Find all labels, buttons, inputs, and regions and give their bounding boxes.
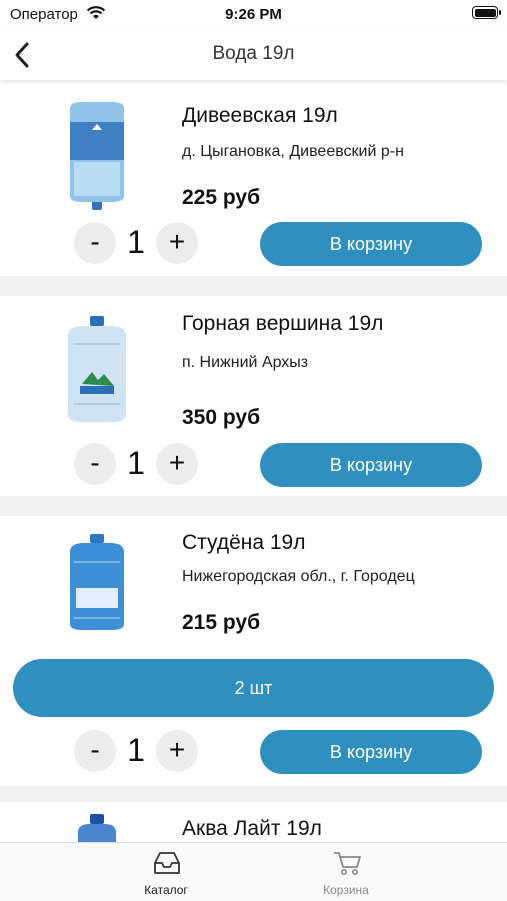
battery-icon (472, 6, 501, 19)
tab-catalog[interactable]: Каталог (66, 843, 266, 901)
status-bar: Оператор 9:26 PM (0, 0, 507, 30)
product-name[interactable]: Студёна 19л (182, 531, 305, 555)
tab-cart[interactable]: Корзина (246, 843, 446, 901)
page-title: Вода 19л (212, 43, 295, 64)
product-card: Дивеевская 19л д. Цыгановка, Дивеевский … (0, 80, 507, 276)
tab-bar: Каталог Корзина (0, 842, 507, 901)
product-image (78, 814, 116, 842)
navigation-bar: Вода 19л (0, 30, 507, 80)
add-to-cart-button[interactable]: В корзину (260, 730, 482, 774)
product-card: Студёна 19л Нижегородская обл., г. Город… (0, 516, 507, 786)
shopping-cart-icon (334, 852, 361, 875)
product-price: 350 руб (182, 406, 261, 429)
decrease-quantity-button[interactable]: - (74, 443, 116, 485)
quantity-value: 1 (127, 732, 145, 768)
product-name[interactable]: Горная вершина 19л (182, 312, 383, 336)
product-image (70, 102, 124, 210)
product-card: Аква Лайт 19л (0, 802, 507, 842)
product-origin: д. Цыгановка, Дивеевский р-н (182, 143, 404, 160)
increase-quantity-button[interactable]: + (156, 222, 198, 264)
product-card: Горная вершина 19л п. Нижний Архыз 350 р… (0, 296, 507, 496)
product-image (70, 534, 124, 630)
product-price: 225 руб (182, 186, 261, 209)
tab-cart-label: Корзина (323, 883, 369, 897)
product-name[interactable]: Аква Лайт 19л (182, 817, 322, 841)
product-origin: Нижегородская обл., г. Городец (182, 568, 415, 585)
add-to-cart-button[interactable]: В корзину (260, 443, 482, 487)
increase-quantity-button[interactable]: + (156, 730, 198, 772)
product-image (68, 316, 126, 422)
quantity-value: 1 (127, 224, 145, 260)
decrease-quantity-button[interactable]: - (74, 222, 116, 264)
product-price: 215 руб (182, 611, 261, 634)
quantity-value: 1 (127, 445, 145, 481)
inbox-icon (154, 852, 180, 874)
decrease-quantity-button[interactable]: - (74, 730, 116, 772)
clock-label: 9:26 PM (225, 6, 282, 23)
in-cart-count-button[interactable]: 2 шт (13, 659, 494, 717)
product-name[interactable]: Дивеевская 19л (182, 104, 338, 128)
increase-quantity-button[interactable]: + (156, 443, 198, 485)
product-origin: п. Нижний Архыз (182, 354, 309, 371)
add-to-cart-button[interactable]: В корзину (260, 222, 482, 266)
tab-catalog-label: Каталог (144, 883, 188, 897)
